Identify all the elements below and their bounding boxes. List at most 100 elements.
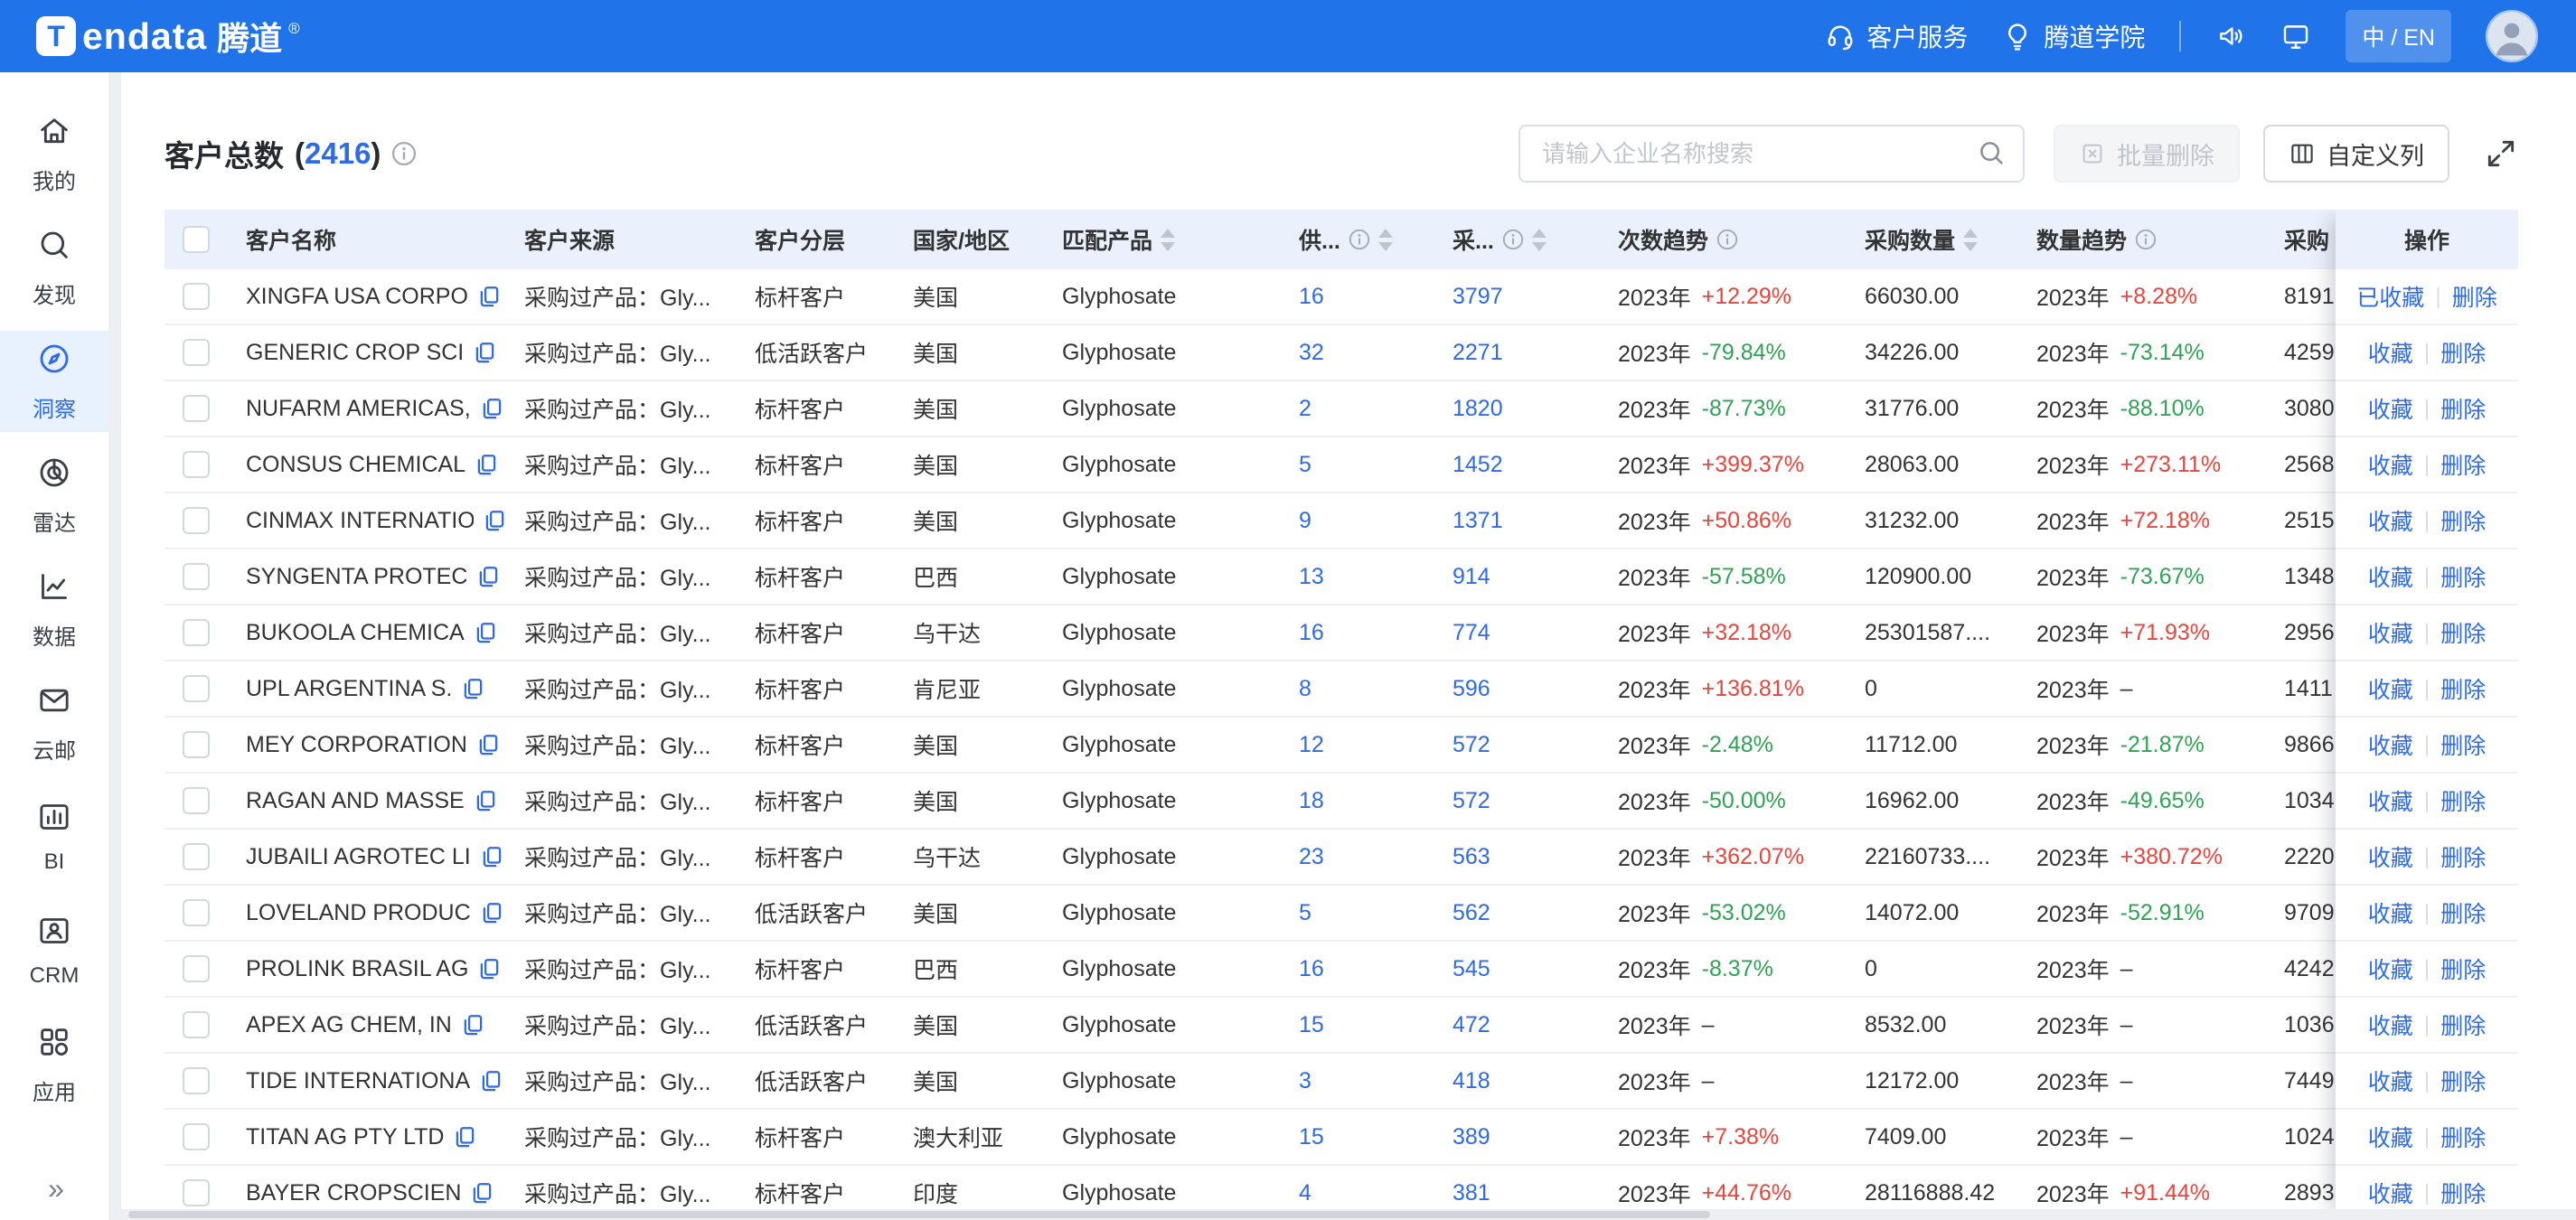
sidebar-item-apps[interactable]: 应用 <box>0 1014 108 1115</box>
info-icon[interactable] <box>391 141 417 166</box>
customer-name[interactable]: APEX AG CHEM, IN <box>246 1012 452 1038</box>
copy-icon[interactable] <box>479 1069 503 1093</box>
favorite-link[interactable]: 收藏 <box>2368 1009 2413 1041</box>
customer-name[interactable]: CINMAX INTERNATIO <box>246 508 474 534</box>
purchase-count-link[interactable]: 389 <box>1453 1124 1490 1150</box>
copy-icon[interactable] <box>480 397 503 420</box>
customize-columns-button[interactable]: 自定义列 <box>2263 125 2449 183</box>
column-header-purchase-quantity[interactable]: 采购数量 <box>1847 210 2018 269</box>
info-icon[interactable] <box>1502 229 1524 250</box>
purchase-count-link[interactable]: 472 <box>1453 1012 1490 1038</box>
delete-link[interactable]: 删除 <box>2440 616 2486 649</box>
avatar[interactable] <box>2486 10 2538 62</box>
row-checkbox[interactable] <box>183 1123 210 1150</box>
customer-name[interactable]: BAYER CROPSCIEN <box>246 1180 461 1206</box>
row-checkbox[interactable] <box>183 1179 210 1206</box>
copy-icon[interactable] <box>474 789 497 812</box>
fullscreen-icon[interactable] <box>2484 136 2518 171</box>
favorite-link[interactable]: 收藏 <box>2368 448 2413 481</box>
customer-name[interactable]: RAGAN AND MASSE <box>246 788 465 814</box>
favorite-link[interactable]: 收藏 <box>2368 1065 2413 1097</box>
favorite-link[interactable]: 收藏 <box>2368 784 2413 817</box>
favorite-link[interactable]: 收藏 <box>2368 392 2413 425</box>
customer-name[interactable]: UPL ARGENTINA S. <box>246 676 452 702</box>
supplier-count-link[interactable]: 18 <box>1299 788 1324 814</box>
delete-link[interactable]: 删除 <box>2440 728 2486 761</box>
purchase-count-link[interactable]: 774 <box>1453 620 1490 646</box>
customer-name[interactable]: TITAN AG PTY LTD <box>246 1124 444 1150</box>
customer-name[interactable]: MEY CORPORATION <box>246 732 467 758</box>
sidebar-item-insight[interactable]: 洞察 <box>0 331 108 432</box>
supplier-count-link[interactable]: 23 <box>1299 844 1324 870</box>
purchase-count-link[interactable]: 914 <box>1453 564 1490 590</box>
copy-icon[interactable] <box>475 453 498 476</box>
delete-link[interactable]: 删除 <box>2440 784 2486 817</box>
language-toggle[interactable]: 中 / EN <box>2346 10 2451 62</box>
copy-icon[interactable] <box>453 1125 476 1149</box>
column-header-purchase-count[interactable]: 采... <box>1434 210 1600 269</box>
delete-link[interactable]: 删除 <box>2440 504 2486 537</box>
purchase-count-link[interactable]: 563 <box>1453 844 1490 870</box>
purchase-count-link[interactable]: 418 <box>1453 1068 1490 1094</box>
purchase-count-link[interactable]: 1452 <box>1453 452 1503 478</box>
delete-link[interactable]: 删除 <box>2440 560 2486 593</box>
supplier-count-link[interactable]: 32 <box>1299 340 1324 366</box>
sidebar-item-mine[interactable]: 我的 <box>0 103 108 204</box>
sidebar-item-radar[interactable]: 雷达 <box>0 445 108 546</box>
delete-link[interactable]: 删除 <box>2440 448 2486 481</box>
customer-service-link[interactable]: 客户服务 <box>1825 18 1968 54</box>
row-checkbox[interactable] <box>183 1067 210 1094</box>
copy-icon[interactable] <box>477 285 501 308</box>
row-checkbox[interactable] <box>183 283 210 310</box>
scrollbar-thumb[interactable] <box>128 1211 1710 1218</box>
column-header-supplier-count[interactable]: 供... <box>1281 210 1434 269</box>
logo[interactable]: T endata 腾道 ® <box>36 13 300 60</box>
sidebar-item-discover[interactable]: 发现 <box>0 217 108 318</box>
sidebar-item-mail[interactable]: 云邮 <box>0 672 108 774</box>
delete-link[interactable]: 删除 <box>2440 1065 2486 1097</box>
customer-name[interactable]: JUBAILI AGROTEC LI <box>246 844 471 870</box>
sidebar-collapse-toggle[interactable]: » <box>0 1172 108 1206</box>
row-checkbox[interactable] <box>183 619 210 646</box>
supplier-count-link[interactable]: 2 <box>1299 396 1312 422</box>
customer-name[interactable]: CONSUS CHEMICAL <box>246 452 465 478</box>
copy-icon[interactable] <box>461 677 484 700</box>
search-input[interactable] <box>1518 125 2025 183</box>
customer-name[interactable]: PROLINK BRASIL AG <box>246 956 468 982</box>
delete-link[interactable]: 删除 <box>2452 280 2497 313</box>
row-checkbox[interactable] <box>183 787 210 814</box>
delete-link[interactable]: 删除 <box>2440 896 2486 929</box>
row-checkbox[interactable] <box>183 843 210 870</box>
supplier-count-link[interactable]: 16 <box>1299 620 1324 646</box>
customer-name[interactable]: SYNGENTA PROTEC <box>246 564 467 590</box>
purchase-count-link[interactable]: 572 <box>1453 732 1490 758</box>
copy-icon[interactable] <box>470 1181 494 1205</box>
academy-link[interactable]: 腾道学院 <box>2002 18 2145 54</box>
delete-link[interactable]: 删除 <box>2440 392 2486 425</box>
delete-link[interactable]: 删除 <box>2440 336 2486 369</box>
customer-name[interactable]: GENERIC CROP SCI <box>246 340 464 366</box>
row-checkbox[interactable] <box>183 339 210 366</box>
select-all-checkbox[interactable] <box>183 226 210 253</box>
copy-icon[interactable] <box>483 509 506 532</box>
purchase-count-link[interactable]: 1820 <box>1453 396 1503 422</box>
favorite-link[interactable]: 收藏 <box>2368 616 2413 649</box>
info-icon[interactable] <box>2135 229 2157 250</box>
favorite-link[interactable]: 收藏 <box>2368 336 2413 369</box>
favorite-link[interactable]: 收藏 <box>2368 728 2413 761</box>
favorite-link[interactable]: 收藏 <box>2368 1177 2413 1209</box>
row-checkbox[interactable] <box>183 507 210 534</box>
copy-icon[interactable] <box>480 901 503 924</box>
sort-icon[interactable] <box>1532 229 1547 251</box>
info-icon[interactable] <box>1716 229 1738 250</box>
favorite-link[interactable]: 收藏 <box>2368 953 2413 985</box>
favorite-link[interactable]: 收藏 <box>2368 672 2413 705</box>
supplier-count-link[interactable]: 9 <box>1299 508 1312 534</box>
customer-name[interactable]: XINGFA USA CORPO <box>246 284 468 310</box>
customer-name[interactable]: TIDE INTERNATIONA <box>246 1068 470 1094</box>
customer-name[interactable]: NUFARM AMERICAS, <box>246 396 471 422</box>
info-icon[interactable] <box>1349 229 1370 250</box>
favorite-link[interactable]: 收藏 <box>2368 1121 2413 1153</box>
supplier-count-link[interactable]: 16 <box>1299 284 1324 310</box>
purchase-count-link[interactable]: 572 <box>1453 788 1490 814</box>
